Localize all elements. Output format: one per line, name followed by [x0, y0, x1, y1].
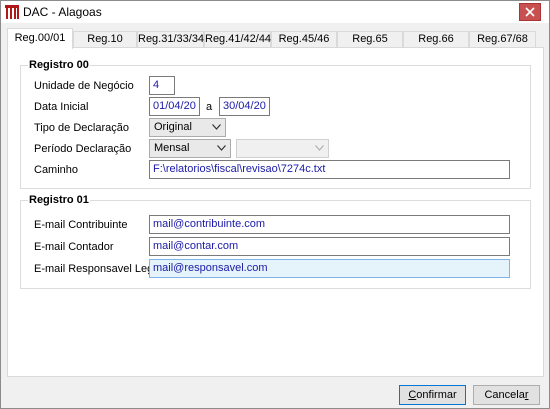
- tipo-declaracao-value: Original: [154, 121, 192, 133]
- dac-window: DAC - Alagoas Reg.00/01 Reg.10 Reg.31/33…: [0, 0, 550, 409]
- email-responsavel-input[interactable]: mail@responsavel.com: [149, 259, 510, 278]
- tab-reg-45-46[interactable]: Reg.45/46: [271, 31, 337, 48]
- tab-reg-00-01[interactable]: Reg.00/01: [7, 28, 73, 49]
- title-bar: DAC - Alagoas: [1, 1, 549, 23]
- email-contador-label: E-mail Contador: [34, 241, 114, 253]
- tab-reg-41-42-44[interactable]: Reg.41/42/44: [204, 31, 271, 48]
- cancelar-mnemonic: r: [524, 389, 529, 401]
- chevron-down-icon: [212, 124, 221, 130]
- cancelar-button[interactable]: Cancelar: [473, 385, 540, 405]
- email-responsavel-label: E-mail Responsavel Legal: [34, 263, 162, 275]
- email-contribuinte-input[interactable]: mail@contribuinte.com: [149, 215, 510, 234]
- caminho-input[interactable]: F:\relatorios\fiscal\revisao\7274c.txt: [149, 160, 510, 179]
- registro-01-group: Registro 01 E-mail Contribuinte mail@con…: [20, 194, 531, 289]
- periodo-declaracao-select[interactable]: Mensal: [149, 139, 231, 158]
- registro-00-group: Registro 00 Unidade de Negócio 4 Data In…: [20, 59, 531, 189]
- registro-01-title: Registro 01: [28, 194, 90, 206]
- data-inicial-label: Data Inicial: [34, 101, 89, 113]
- tab-reg-66[interactable]: Reg.66: [403, 31, 469, 48]
- close-button[interactable]: [519, 3, 541, 21]
- email-contribuinte-label: E-mail Contribuinte: [34, 219, 128, 231]
- tab-reg-65[interactable]: Reg.65: [337, 31, 403, 48]
- cancelar-label: Cancela: [484, 389, 525, 401]
- periodo-secondary-select: [236, 139, 329, 158]
- data-final-input[interactable]: 30/04/20: [219, 97, 270, 116]
- tab-strip: Reg.00/01 Reg.10 Reg.31/33/34 Reg.41/42/…: [7, 28, 545, 49]
- chevron-down-icon: [217, 145, 226, 151]
- tipo-declaracao-label: Tipo de Declaração: [34, 122, 129, 134]
- email-contador-input[interactable]: mail@contar.com: [149, 237, 510, 256]
- confirmar-button[interactable]: Confirmar: [399, 385, 466, 405]
- confirmar-label: onfirmar: [416, 389, 457, 401]
- date-range-separator: a: [206, 101, 213, 113]
- window-title: DAC - Alagoas: [23, 5, 102, 19]
- close-icon: [525, 7, 535, 17]
- tab-reg-67-68[interactable]: Reg.67/68: [469, 31, 536, 48]
- tab-reg-10[interactable]: Reg.10: [73, 31, 137, 48]
- periodo-declaracao-value: Mensal: [154, 142, 190, 154]
- unidade-negocio-label: Unidade de Negócio: [34, 80, 134, 92]
- registro-00-title: Registro 00: [28, 59, 90, 71]
- unidade-negocio-input[interactable]: 4: [149, 76, 175, 95]
- data-inicial-input[interactable]: 01/04/20: [149, 97, 200, 116]
- tab-page-reg-00-01: Registro 00 Unidade de Negócio 4 Data In…: [7, 47, 544, 377]
- periodo-declaracao-label: Período Declaração: [34, 143, 132, 155]
- app-icon: [5, 5, 19, 19]
- caminho-label: Caminho: [34, 164, 79, 176]
- tipo-declaracao-select[interactable]: Original: [149, 118, 226, 137]
- chevron-down-icon: [315, 145, 324, 151]
- tab-reg-31-33-34[interactable]: Reg.31/33/34: [137, 31, 204, 48]
